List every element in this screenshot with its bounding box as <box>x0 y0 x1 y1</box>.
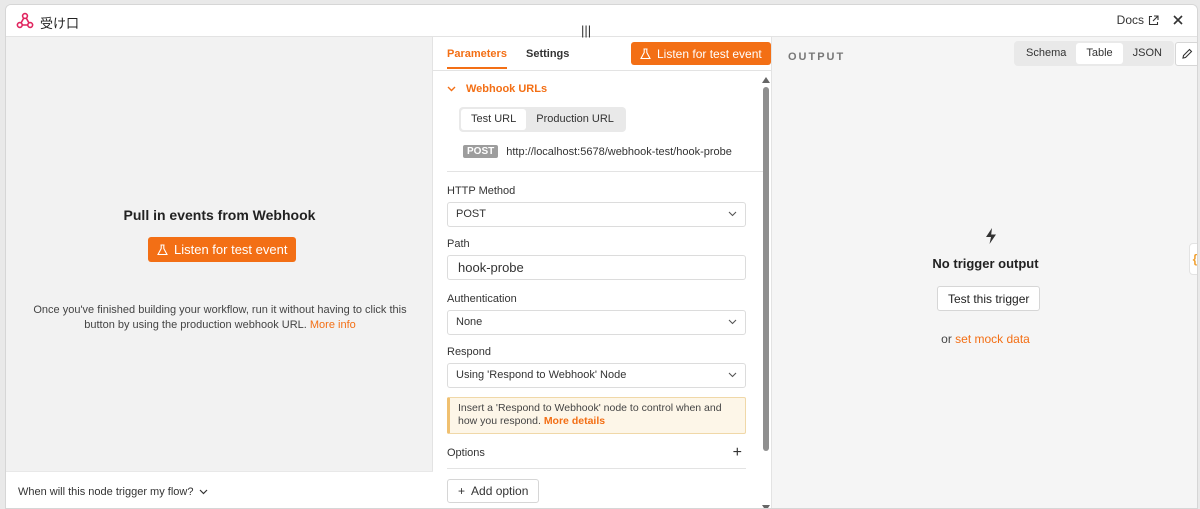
mock-data-row: or set mock data <box>772 332 1197 346</box>
docs-label: Docs <box>1116 13 1144 27</box>
production-hint: Once you've finished building your workf… <box>18 303 422 333</box>
respond-value: Using 'Respond to Webhook' Node <box>456 369 627 381</box>
webhook-url[interactable]: http://localhost:5678/webhook-test/hook-… <box>506 146 732 158</box>
output-label: OUTPUT <box>788 51 846 63</box>
plus-icon[interactable]: + <box>733 444 742 462</box>
no-output-title: No trigger output <box>932 256 1039 271</box>
plus-icon: + <box>458 484 466 498</box>
view-table[interactable]: Table <box>1076 43 1123 64</box>
options-label: Options <box>447 447 485 459</box>
authentication-value: None <box>456 316 483 328</box>
chevron-down-icon <box>200 489 208 495</box>
respond-notice: Insert a 'Respond to Webhook' node to co… <box>447 397 746 434</box>
edit-output-button[interactable] <box>1175 42 1197 66</box>
authentication-select[interactable]: None <box>447 310 746 335</box>
flask-icon <box>640 47 651 59</box>
webhook-urls-label: Webhook URLs <box>466 83 548 95</box>
path-input[interactable]: hook-probe <box>447 255 746 280</box>
tab-parameters[interactable]: Parameters <box>447 48 507 69</box>
listen-for-test-event-button-top[interactable]: Listen for test event <box>631 42 771 65</box>
scrollbar[interactable] <box>762 77 770 508</box>
http-method-select[interactable]: POST <box>447 202 746 227</box>
drag-handle[interactable]: ||| <box>581 23 591 38</box>
modal-header: 受け口 Docs <box>6 5 1197 37</box>
scroll-thumb[interactable] <box>763 87 769 451</box>
test-trigger-button[interactable]: Test this trigger <box>937 286 1041 311</box>
output-panel: OUTPUT Schema Table JSON No trigger outp… <box>772 37 1197 508</box>
side-tab[interactable]: { <box>1189 243 1197 275</box>
listen-for-test-event-button[interactable]: Listen for test event <box>148 237 297 262</box>
docs-link[interactable]: Docs <box>1117 13 1159 27</box>
trigger-help-text: When will this node trigger my flow? <box>18 486 194 498</box>
tab-settings[interactable]: Settings <box>526 48 569 60</box>
view-json[interactable]: JSON <box>1123 43 1172 64</box>
close-icon[interactable] <box>1169 11 1187 29</box>
webhook-url-row[interactable]: POST http://localhost:5678/webhook-test/… <box>463 145 732 158</box>
chevron-down-icon <box>728 372 737 378</box>
input-heading: Pull in events from Webhook <box>123 207 316 223</box>
http-method-label: HTTP Method <box>447 185 516 197</box>
chevron-down-icon <box>728 211 737 217</box>
production-url-tab[interactable]: Production URL <box>526 109 624 130</box>
listen-label-top: Listen for test event <box>657 46 762 61</box>
parameters-panel: Parameters Settings Listen for test even… <box>433 37 772 508</box>
path-label: Path <box>447 238 470 250</box>
http-method-value: POST <box>456 208 486 220</box>
trigger-help-toggle[interactable]: When will this node trigger my flow? <box>18 486 208 498</box>
listen-label: Listen for test event <box>174 242 288 257</box>
external-link-icon <box>1148 14 1159 25</box>
add-option-button[interactable]: + Add option <box>447 479 540 503</box>
webhook-icon <box>16 12 34 29</box>
add-option-label: Add option <box>471 484 529 498</box>
view-schema[interactable]: Schema <box>1016 43 1076 64</box>
node-modal: 受け口 Docs Pull in events from Webhook Lis… <box>5 4 1198 509</box>
output-view-toggle: Schema Table JSON <box>1014 41 1174 66</box>
test-url-tab[interactable]: Test URL <box>461 109 527 130</box>
pencil-icon <box>1182 48 1193 59</box>
trigger-help-footer: When will this node trigger my flow? <box>6 471 433 508</box>
scroll-up-arrow[interactable] <box>762 77 770 83</box>
mock-prefix: or <box>941 332 952 346</box>
node-title[interactable]: 受け口 <box>40 13 79 32</box>
chevron-down-icon <box>447 86 456 92</box>
authentication-label: Authentication <box>447 293 517 305</box>
panel-tabs: Parameters Settings Listen for test even… <box>433 37 771 71</box>
options-row: Options + <box>447 444 746 469</box>
flask-icon <box>157 243 168 255</box>
set-mock-data-link[interactable]: set mock data <box>955 332 1030 346</box>
more-details-link[interactable]: More details <box>544 415 605 427</box>
respond-label: Respond <box>447 346 492 358</box>
divider <box>447 171 763 172</box>
respond-select[interactable]: Using 'Respond to Webhook' Node <box>447 363 746 388</box>
method-badge: POST <box>463 145 499 158</box>
chevron-down-icon <box>728 319 737 325</box>
scroll-down-arrow[interactable] <box>762 505 770 508</box>
input-panel: Pull in events from Webhook Listen for t… <box>6 37 433 508</box>
lightning-icon <box>986 228 996 244</box>
url-type-toggle: Test URL Production URL <box>459 107 626 132</box>
more-info-link[interactable]: More info <box>310 319 356 331</box>
webhook-urls-toggle[interactable]: Webhook URLs <box>447 83 547 95</box>
